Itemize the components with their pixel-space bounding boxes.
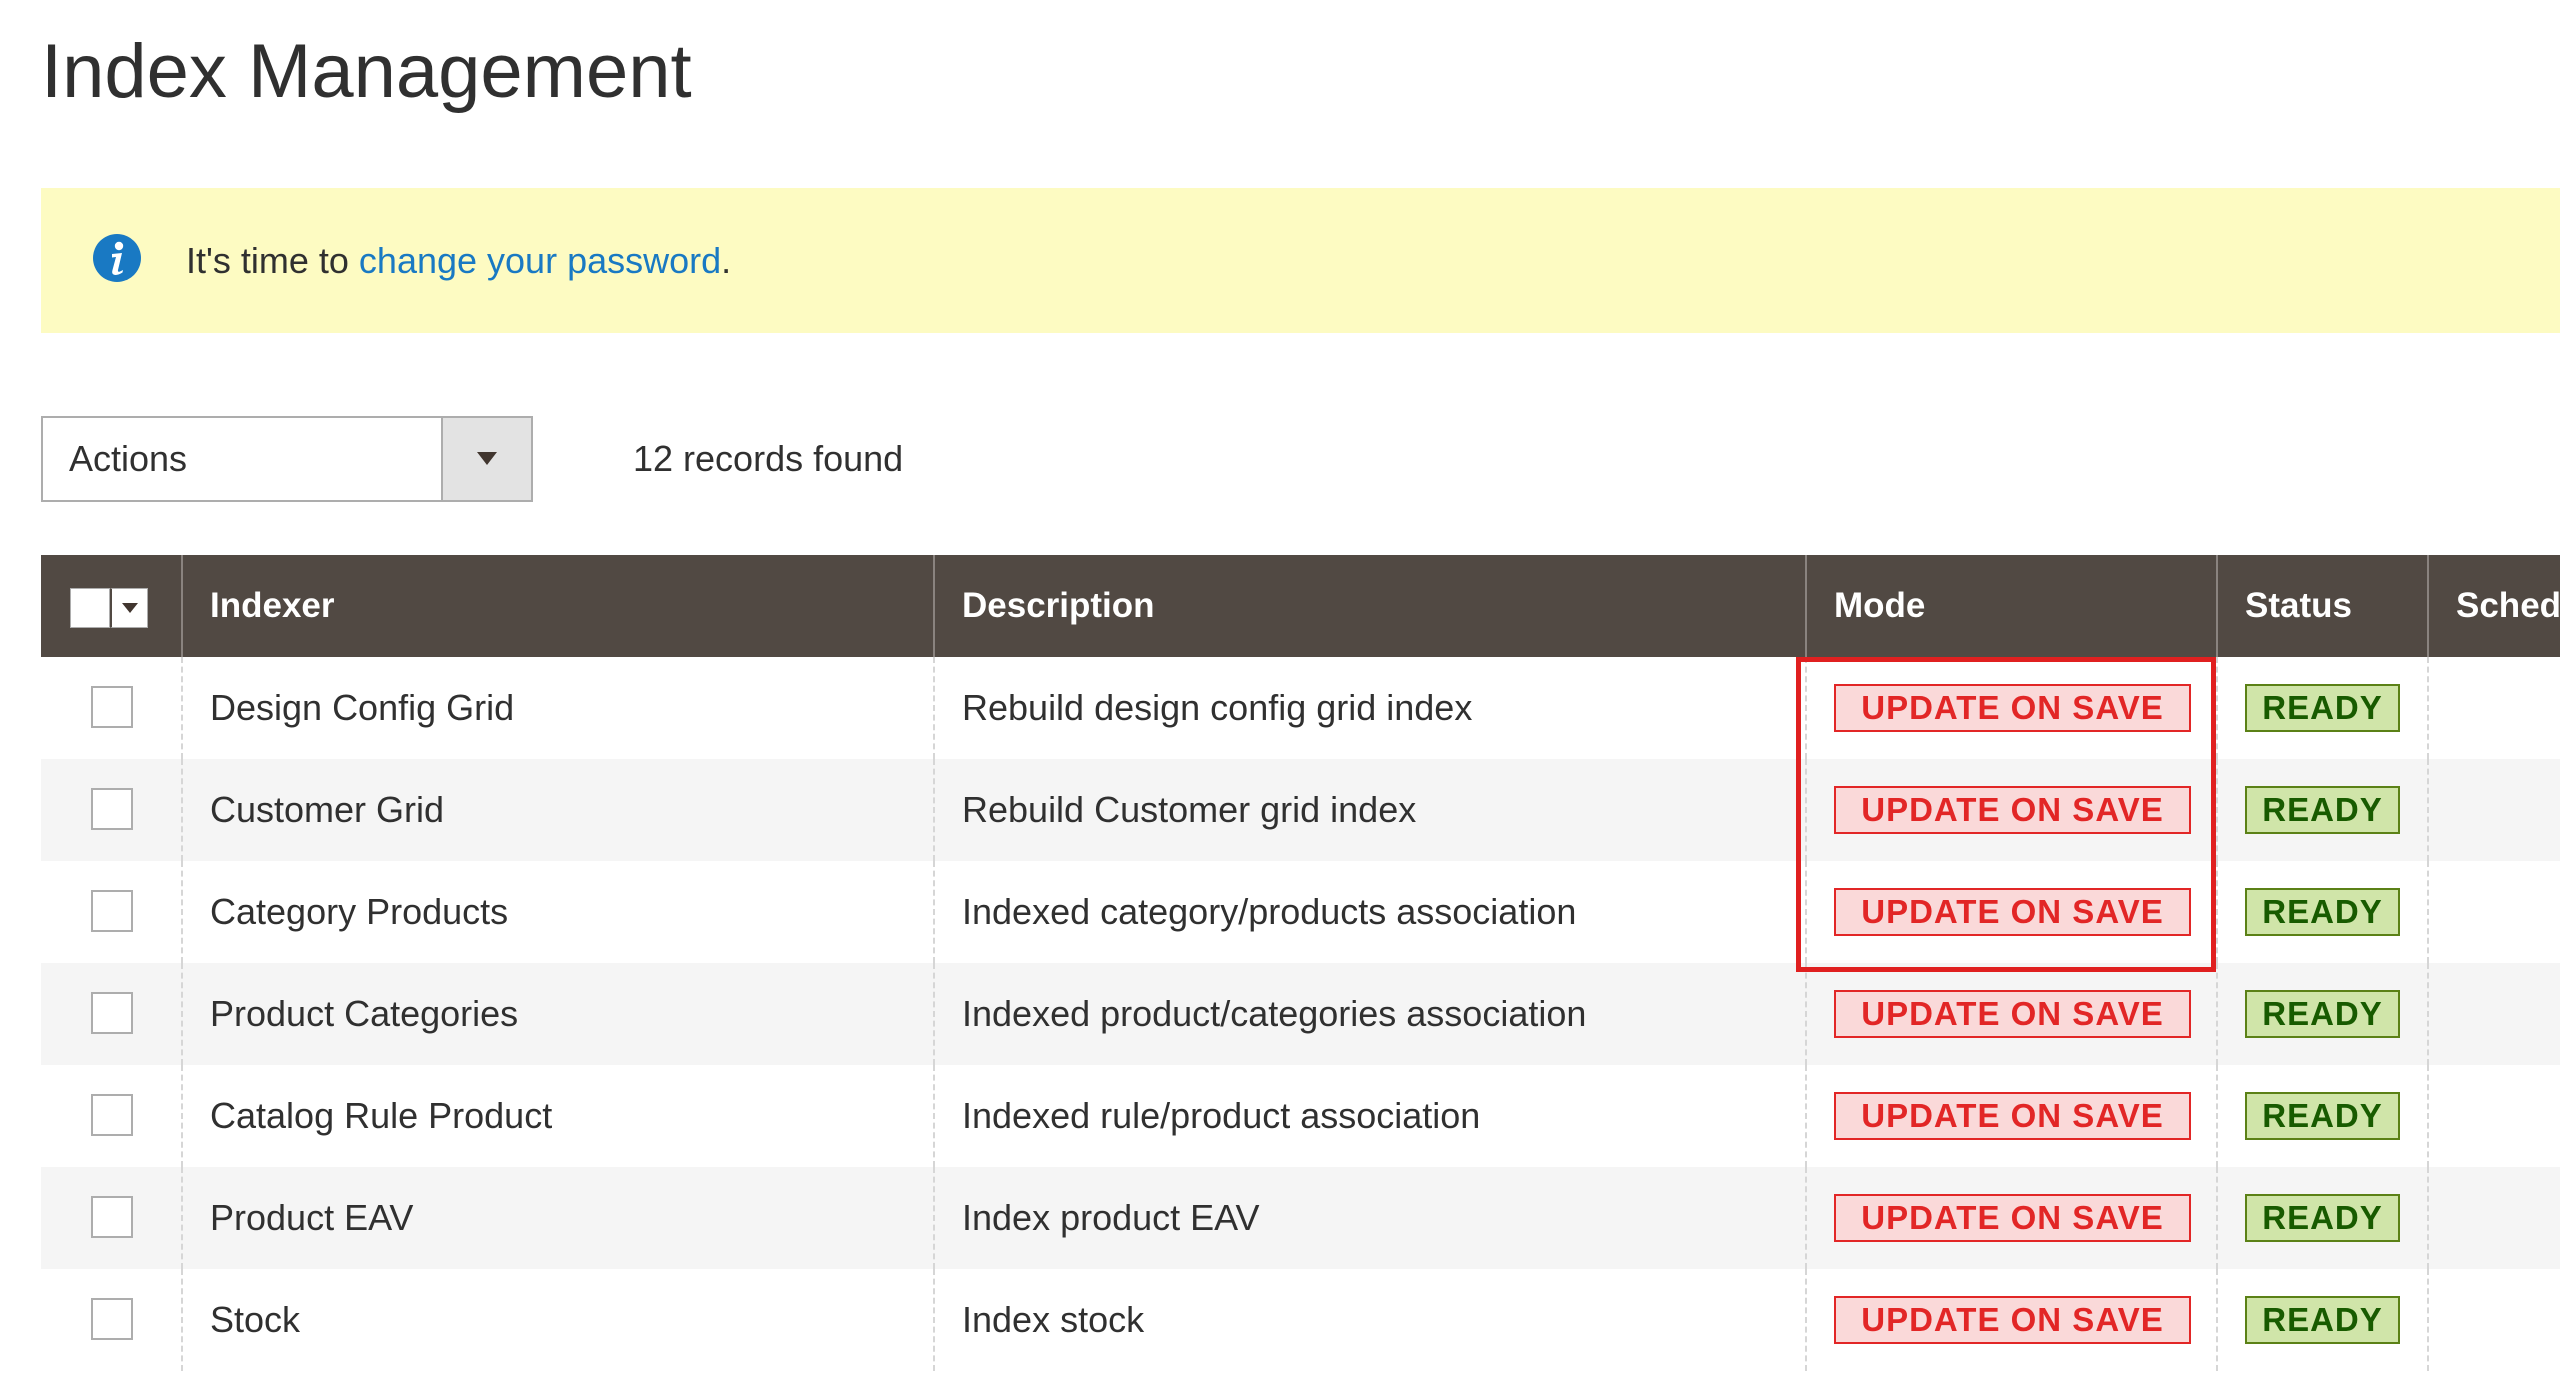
schedule-cell: [2427, 1269, 2560, 1371]
indexer-cell: Design Config Grid: [181, 657, 933, 759]
table-row: Catalog Rule Product Indexed rule/produc…: [41, 1065, 2560, 1167]
indexer-cell: Stock: [181, 1269, 933, 1371]
schedule-cell: [2427, 1167, 2560, 1269]
row-checkbox[interactable]: [91, 1298, 133, 1340]
schedule-cell: [2427, 657, 2560, 759]
records-found-count: 12 records found: [633, 438, 904, 479]
status-cell: READY: [2216, 1269, 2427, 1371]
column-header-indexer[interactable]: Indexer: [181, 555, 933, 657]
row-checkbox[interactable]: [91, 890, 133, 932]
table-row: Design Config Grid Rebuild design config…: [41, 657, 2560, 759]
info-icon: [93, 234, 141, 282]
mode-badge: UPDATE ON SAVE: [1834, 1296, 2191, 1344]
mode-badge: UPDATE ON SAVE: [1834, 1092, 2191, 1140]
schedule-cell: [2427, 861, 2560, 963]
status-cell: READY: [2216, 759, 2427, 861]
mode-cell: UPDATE ON SAVE: [1805, 1167, 2216, 1269]
table-row: Product Categories Indexed product/categ…: [41, 963, 2560, 1065]
mode-cell: UPDATE ON SAVE: [1805, 1065, 2216, 1167]
indexer-cell: Category Products: [181, 861, 933, 963]
column-header-status[interactable]: Status: [2216, 555, 2427, 657]
status-badge: READY: [2245, 684, 2400, 732]
indexer-grid: Indexer Description Mode Status Schedu D…: [41, 555, 2560, 1371]
mode-badge: UPDATE ON SAVE: [1834, 1194, 2191, 1242]
actions-label: Actions: [69, 438, 188, 479]
notice-prefix: It's time to: [186, 240, 359, 281]
row-select-cell: [41, 1167, 181, 1269]
caret-down-icon: [122, 603, 138, 613]
status-badge: READY: [2245, 1092, 2400, 1140]
description-cell: Rebuild design config grid index: [933, 657, 1805, 759]
status-badge: READY: [2245, 786, 2400, 834]
actions-dropdown[interactable]: Actions: [41, 416, 533, 502]
table-row: Stock Index stock UPDATE ON SAVE READY: [41, 1269, 2560, 1371]
notice-suffix: .: [721, 240, 732, 281]
description-cell: Indexed product/categories association: [933, 963, 1805, 1065]
row-select-cell: [41, 1065, 181, 1167]
description-cell: Rebuild Customer grid index: [933, 759, 1805, 861]
description-cell: Indexed category/products association: [933, 861, 1805, 963]
mode-cell: UPDATE ON SAVE: [1805, 657, 2216, 759]
mode-cell: UPDATE ON SAVE: [1805, 1269, 2216, 1371]
column-header-schedule[interactable]: Schedu: [2427, 555, 2560, 657]
index-management-page: Index Management It's time to change you…: [0, 0, 2560, 1378]
column-header-description[interactable]: Description: [933, 555, 1805, 657]
column-header-mode[interactable]: Mode: [1805, 555, 2216, 657]
mode-cell: UPDATE ON SAVE: [1805, 861, 2216, 963]
status-badge: READY: [2245, 1194, 2400, 1242]
notice-text: It's time to change your password.: [186, 188, 731, 333]
schedule-cell: [2427, 963, 2560, 1065]
description-cell: Index stock: [933, 1269, 1805, 1371]
row-select-cell: [41, 759, 181, 861]
mass-select[interactable]: [70, 588, 148, 628]
indexer-cell: Catalog Rule Product: [181, 1065, 933, 1167]
row-checkbox[interactable]: [91, 1196, 133, 1238]
grid-header: Indexer Description Mode Status Schedu: [41, 555, 2560, 657]
password-notice: It's time to change your password.: [41, 188, 2560, 333]
row-checkbox[interactable]: [91, 992, 133, 1034]
description-cell: Index product EAV: [933, 1167, 1805, 1269]
row-checkbox[interactable]: [91, 1094, 133, 1136]
indexer-cell: Product EAV: [181, 1167, 933, 1269]
table-row: Product EAV Index product EAV UPDATE ON …: [41, 1167, 2560, 1269]
schedule-cell: [2427, 1065, 2560, 1167]
table-row: Customer Grid Rebuild Customer grid inde…: [41, 759, 2560, 861]
mode-badge: UPDATE ON SAVE: [1834, 684, 2191, 732]
mode-cell: UPDATE ON SAVE: [1805, 759, 2216, 861]
indexer-cell: Customer Grid: [181, 759, 933, 861]
actions-toggle-button[interactable]: [441, 418, 531, 500]
caret-down-icon: [477, 452, 497, 465]
row-select-cell: [41, 861, 181, 963]
mode-badge: UPDATE ON SAVE: [1834, 888, 2191, 936]
row-checkbox[interactable]: [91, 686, 133, 728]
status-cell: READY: [2216, 1167, 2427, 1269]
schedule-cell: [2427, 759, 2560, 861]
mass-select-checkbox[interactable]: [70, 588, 110, 628]
status-cell: READY: [2216, 963, 2427, 1065]
status-badge: READY: [2245, 1296, 2400, 1344]
mode-badge: UPDATE ON SAVE: [1834, 990, 2191, 1038]
status-cell: READY: [2216, 657, 2427, 759]
status-cell: READY: [2216, 861, 2427, 963]
row-select-cell: [41, 963, 181, 1065]
mass-select-toggle[interactable]: [110, 588, 148, 628]
indexer-cell: Product Categories: [181, 963, 933, 1065]
row-select-cell: [41, 657, 181, 759]
page-title: Index Management: [41, 29, 692, 114]
status-badge: READY: [2245, 888, 2400, 936]
row-checkbox[interactable]: [91, 788, 133, 830]
description-cell: Indexed rule/product association: [933, 1065, 1805, 1167]
table-row: Category Products Indexed category/produ…: [41, 861, 2560, 963]
mode-cell: UPDATE ON SAVE: [1805, 963, 2216, 1065]
row-select-cell: [41, 1269, 181, 1371]
status-cell: READY: [2216, 1065, 2427, 1167]
mode-badge: UPDATE ON SAVE: [1834, 786, 2191, 834]
mass-select-cell: [41, 555, 181, 657]
change-password-link[interactable]: change your password: [359, 240, 721, 281]
status-badge: READY: [2245, 990, 2400, 1038]
